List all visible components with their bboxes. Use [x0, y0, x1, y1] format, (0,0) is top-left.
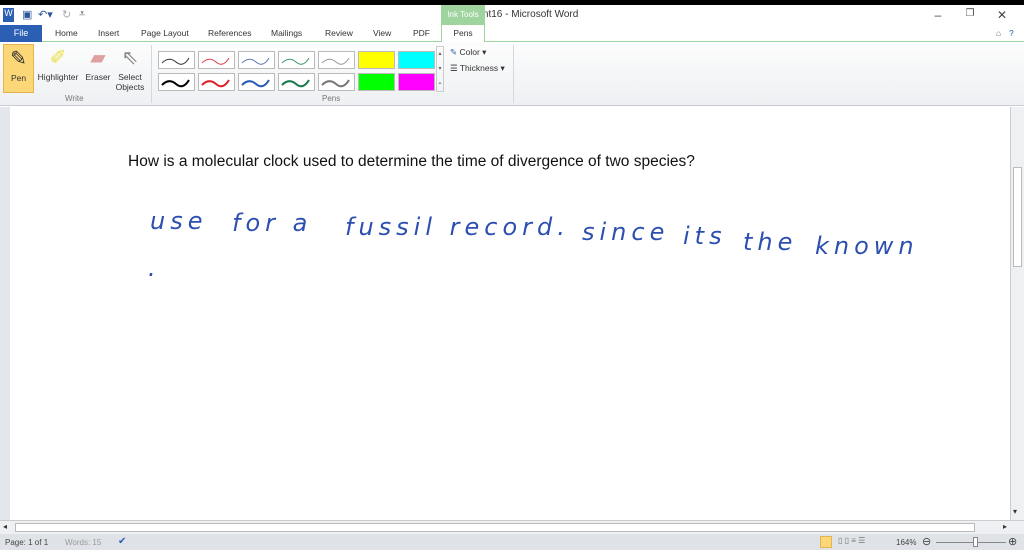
- ribbon: ✎ Pen ✐ Highlighter ▰ Eraser ⇖ Select Object…: [0, 42, 1024, 106]
- tab-review[interactable]: Review: [325, 28, 353, 38]
- thickness-button[interactable]: ☰ Thickness ▾: [450, 63, 505, 74]
- zoom-level[interactable]: 164%: [896, 538, 916, 547]
- zoom-in-icon[interactable]: ⊕: [1008, 535, 1017, 548]
- select-objects-label: Select Objects: [115, 72, 145, 92]
- tab-home[interactable]: Home: [55, 28, 78, 38]
- thickness-label: Thickness: [459, 63, 499, 73]
- gallery-scroll[interactable]: ▴ ▾ ⩡: [436, 46, 444, 92]
- pen-swatch[interactable]: [158, 73, 195, 91]
- pen-swatch[interactable]: [158, 51, 195, 69]
- pen-swatch[interactable]: [238, 51, 275, 69]
- handwriting-word: fussil record.: [345, 213, 570, 241]
- pen-label: Pen: [10, 73, 27, 83]
- highlighter-button[interactable]: ✐ Highlighter: [36, 44, 80, 93]
- divider: [151, 45, 152, 103]
- tab-file[interactable]: File: [0, 25, 42, 42]
- pen-swatch[interactable]: [198, 51, 235, 69]
- horizontal-scrollbar[interactable]: ◂ ▸: [0, 520, 1024, 534]
- pen-button[interactable]: ✎ Pen: [3, 44, 34, 93]
- ink-tools-label: Ink Tools: [441, 5, 485, 25]
- window-title: Document16 - Microsoft Word: [445, 9, 579, 20]
- zoom-slider-thumb[interactable]: [973, 537, 978, 547]
- scroll-left-icon[interactable]: ◂: [3, 522, 7, 531]
- handwriting-word: known: [815, 232, 919, 260]
- divider: [513, 45, 514, 103]
- pen-swatch[interactable]: [398, 51, 435, 69]
- pen-swatch[interactable]: [358, 73, 395, 91]
- title-bar: W ▣ ↶▾ ↻ ⩡ Document16 - Microsoft Word I…: [0, 5, 1024, 25]
- tab-view[interactable]: View: [373, 28, 391, 38]
- color-button[interactable]: ✎ Color ▾: [450, 47, 486, 58]
- pen-swatch[interactable]: [318, 73, 355, 91]
- view-buttons[interactable]: ▯ ▯ ≡ ☰: [838, 536, 865, 545]
- color-icon: ✎: [450, 47, 458, 57]
- eraser-button[interactable]: ▰ Eraser: [84, 44, 112, 93]
- write-group-label: Write: [65, 94, 84, 103]
- pen-swatch[interactable]: [318, 51, 355, 69]
- handwriting-word: since: [582, 218, 670, 246]
- pen-icon: ✎: [10, 48, 27, 70]
- proofing-icon[interactable]: ✔: [118, 536, 126, 547]
- minimize-icon[interactable]: –: [928, 8, 948, 22]
- tab-insert[interactable]: Insert: [98, 28, 119, 38]
- eraser-label: Eraser: [85, 72, 111, 82]
- pen-swatch[interactable]: [358, 51, 395, 69]
- tab-pens[interactable]: Pens: [441, 24, 485, 42]
- vertical-scrollbar[interactable]: ▾: [1010, 107, 1024, 520]
- handwriting-word: its: [683, 222, 727, 250]
- print-layout-icon[interactable]: [820, 536, 832, 548]
- minimize-ribbon-icon[interactable]: ⌂: [996, 28, 1001, 38]
- pen-swatch[interactable]: [278, 73, 315, 91]
- ribbon-tabs: File Home Insert Page Layout References …: [0, 24, 1024, 42]
- thickness-icon: ☰: [450, 63, 458, 73]
- help-icon[interactable]: ?: [1009, 28, 1014, 38]
- zoom-out-icon[interactable]: ⊖: [922, 535, 931, 548]
- pen-swatch[interactable]: [398, 73, 435, 91]
- pen-swatch[interactable]: [198, 73, 235, 91]
- handwriting-word: the: [743, 228, 798, 256]
- handwriting-word: for a: [232, 209, 313, 237]
- handwriting-dot: .: [148, 254, 161, 282]
- scroll-down-icon[interactable]: ▾: [1013, 507, 1017, 516]
- tab-references[interactable]: References: [208, 28, 251, 38]
- scroll-right-icon[interactable]: ▸: [1003, 522, 1007, 531]
- status-bar: Page: 1 of 1 Words: 15 ✔ ▯ ▯ ≡ ☰ 164% ⊖ …: [0, 534, 1024, 550]
- page-count[interactable]: Page: 1 of 1: [5, 538, 48, 547]
- pen-swatch[interactable]: [238, 73, 275, 91]
- restore-icon[interactable]: ❐: [960, 8, 980, 19]
- close-icon[interactable]: ✕: [992, 8, 1012, 22]
- tab-mailings[interactable]: Mailings: [271, 28, 302, 38]
- highlighter-label: Highlighter: [37, 72, 79, 82]
- handwriting-word: use: [150, 207, 208, 235]
- question-text: How is a molecular clock used to determi…: [128, 153, 695, 170]
- pen-swatch[interactable]: [278, 51, 315, 69]
- color-label: Color: [459, 47, 480, 57]
- scroll-thumb[interactable]: [1013, 167, 1022, 267]
- highlighter-icon: ✐: [49, 47, 67, 69]
- tab-page-layout[interactable]: Page Layout: [141, 28, 189, 38]
- tab-pdf[interactable]: PDF: [413, 28, 430, 38]
- pens-group-label: Pens: [322, 94, 341, 103]
- select-objects-button[interactable]: ⇖ Select Objects: [114, 44, 146, 93]
- cursor-icon: ⇖: [121, 47, 139, 69]
- scroll-thumb[interactable]: [15, 523, 975, 532]
- eraser-icon: ▰: [90, 47, 106, 69]
- zoom-slider[interactable]: [936, 542, 1006, 543]
- word-count[interactable]: Words: 15: [65, 538, 101, 547]
